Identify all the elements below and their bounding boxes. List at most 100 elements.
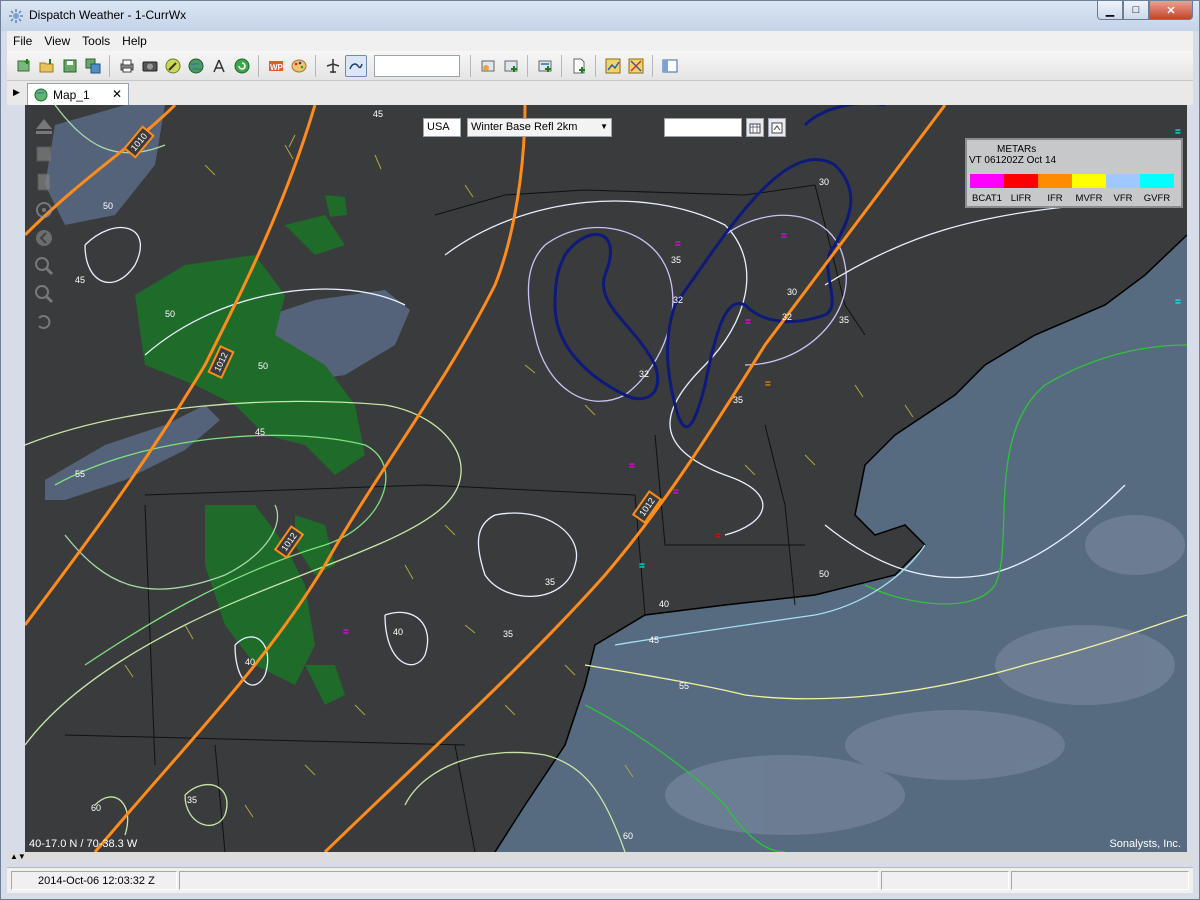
chart-button[interactable]	[602, 55, 624, 77]
menu-file[interactable]: File	[7, 34, 38, 48]
reset-icon	[38, 315, 51, 329]
temp-label: 45	[649, 635, 659, 645]
legend-valid-time: VT 061202Z Oct 14	[969, 155, 1057, 166]
temp-label: 45	[255, 427, 265, 437]
svg-text:=: =	[745, 317, 751, 328]
pencil-button[interactable]	[162, 55, 184, 77]
temp-label: 55	[75, 469, 85, 479]
temp-label: 60	[91, 803, 101, 813]
toolbar-separator	[527, 54, 528, 77]
temp-label: 40	[245, 657, 255, 667]
layers-button[interactable]	[31, 141, 57, 167]
lake-erie	[45, 405, 220, 500]
printer-icon	[120, 59, 134, 72]
new-document-button[interactable]	[568, 55, 590, 77]
splitter-arrows-icon: ▲▼	[10, 852, 26, 861]
minimize-button[interactable]: ▁	[1097, 1, 1123, 20]
map-view[interactable]: 1010 1012 1012 1012 50 50 45 45 50 45 55…	[25, 105, 1187, 852]
toolbar-separator	[470, 54, 471, 77]
menu-view[interactable]: View	[38, 34, 76, 48]
status-cell-3	[881, 871, 1009, 890]
save-button[interactable]	[59, 55, 81, 77]
back-button[interactable]	[31, 225, 57, 251]
reset-view-button[interactable]	[31, 309, 57, 335]
temp-label: 50	[103, 201, 113, 211]
svg-text:=: =	[343, 627, 349, 638]
menu-bar: File View Tools Help	[7, 31, 1193, 51]
toolbar-search-input[interactable]	[374, 54, 460, 77]
route-button[interactable]	[345, 54, 367, 77]
wx-products-button[interactable]: WP	[265, 55, 287, 77]
chevron-down-icon: ▼	[600, 122, 608, 131]
legend-label: MVFR	[1075, 193, 1103, 204]
print-button[interactable]	[116, 55, 138, 77]
menu-help[interactable]: Help	[116, 34, 153, 48]
tab-map-1[interactable]: Map_1 ✕	[27, 83, 129, 105]
coordinate-readout: 40-17.0 N / 70-38.3 W	[29, 838, 138, 850]
overlay-icon	[538, 60, 552, 72]
overlay-button[interactable]	[534, 55, 556, 77]
temp-label: 32	[639, 369, 649, 379]
save-all-button[interactable]	[82, 55, 104, 77]
open-folder-button[interactable]	[36, 55, 58, 77]
pan-up-button[interactable]	[31, 113, 57, 139]
load-layer-button[interactable]	[477, 55, 499, 77]
layer-select[interactable]: Winter Base Refl 2km ▼	[467, 118, 612, 137]
temp-label: 45	[75, 275, 85, 285]
chart-edit-button[interactable]	[625, 55, 647, 77]
ocean	[495, 235, 1187, 852]
region-field[interactable]: USA	[423, 118, 461, 137]
time-field[interactable]	[664, 118, 742, 137]
calendar-button[interactable]	[746, 118, 764, 137]
svg-text:=: =	[1175, 127, 1181, 138]
maximize-button[interactable]: □	[1123, 1, 1149, 20]
pencil-icon	[165, 58, 181, 73]
close-button[interactable]: ✕	[1149, 1, 1193, 20]
toolbar: WP	[7, 51, 1193, 81]
legend-label: LIFR	[1010, 193, 1032, 204]
new-document-icon	[573, 58, 585, 73]
layer-folder-icon	[481, 60, 495, 71]
time-settings-button[interactable]	[768, 118, 786, 137]
tab-scroll-icon[interactable]: ▶	[13, 87, 20, 98]
panel-layout-button[interactable]	[659, 55, 681, 77]
palette-button[interactable]	[288, 55, 310, 77]
legend-swatches	[970, 174, 1174, 188]
add-layer-button[interactable]	[500, 55, 522, 77]
app-icon	[9, 9, 23, 23]
refresh-button[interactable]	[231, 55, 253, 77]
map-tool-palette	[31, 113, 57, 337]
zoom-in-button[interactable]	[31, 253, 57, 279]
map-canvas[interactable]: 1010 1012 1012 1012 50 50 45 45 50 45 55…	[25, 105, 1187, 852]
refresh-icon	[234, 58, 250, 73]
status-cell-4	[1011, 871, 1189, 890]
toolbar-separator	[561, 54, 562, 77]
svg-text:=: =	[1175, 297, 1181, 308]
compass-button[interactable]	[208, 55, 230, 77]
locate-button[interactable]	[31, 197, 57, 223]
legend-label: BCAT1	[972, 193, 1002, 204]
zoom-out-button[interactable]	[31, 281, 57, 307]
globe-button[interactable]	[185, 55, 207, 77]
tab-label: Map_1	[53, 87, 90, 102]
new-map-button[interactable]	[13, 55, 35, 77]
chart-icon	[605, 58, 621, 73]
temp-label: 55	[679, 681, 689, 691]
tab-close-icon[interactable]: ✕	[112, 87, 122, 101]
save-all-icon	[85, 58, 101, 73]
layer-select-value: Winter Base Refl 2km	[471, 121, 578, 133]
legend-swatch	[1004, 174, 1038, 188]
camera-button[interactable]	[139, 55, 161, 77]
new-map-icon	[17, 58, 30, 71]
toolbar-separator	[109, 54, 110, 77]
legend-toggle-button[interactable]	[31, 169, 57, 195]
title-bar[interactable]: Dispatch Weather - 1-CurrWx ▁ □ ✕	[1, 1, 1199, 31]
legend-swatch	[1106, 174, 1140, 188]
temp-label: 45	[373, 109, 383, 119]
window-title: Dispatch Weather - 1-CurrWx	[29, 8, 187, 22]
save-icon	[63, 59, 77, 72]
back-arrow-icon	[36, 230, 52, 246]
splitter[interactable]: ▲▼	[7, 852, 1193, 862]
flight-button[interactable]	[322, 55, 344, 77]
menu-tools[interactable]: Tools	[76, 34, 116, 48]
